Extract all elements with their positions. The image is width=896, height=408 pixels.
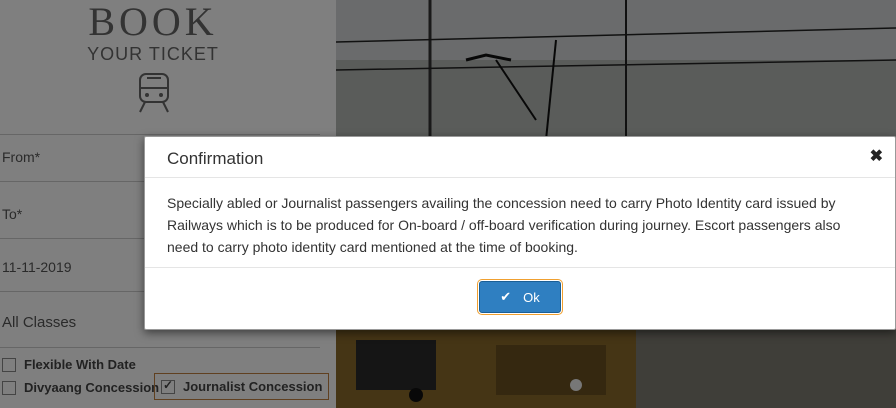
confirmation-dialog: Confirmation ✖ Specially abled or Journa… (144, 136, 896, 330)
dialog-title: Confirmation (167, 149, 264, 168)
dialog-header: Confirmation ✖ (145, 137, 895, 178)
ok-label: Ok (523, 289, 540, 305)
ok-button[interactable]: ✔ Ok (479, 281, 561, 313)
dialog-footer: ✔ Ok (145, 268, 895, 328)
close-icon[interactable]: ✖ (870, 146, 883, 166)
check-icon: ✔ (500, 289, 512, 304)
dialog-message: Specially abled or Journalist passengers… (145, 178, 895, 268)
